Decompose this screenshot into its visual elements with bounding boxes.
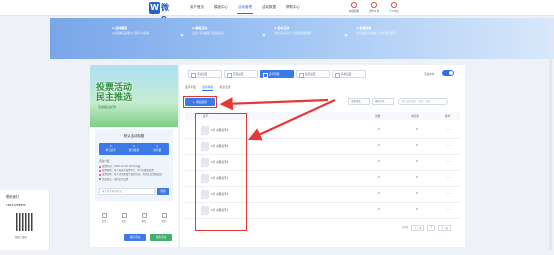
page-scrollbar[interactable]	[549, 20, 552, 250]
cover-subtitle: 活动报名进行中	[98, 106, 117, 109]
preview-cover-image: 投票活动 民主推选 活动报名进行中	[90, 65, 178, 127]
subtab-player-list[interactable]: 选手列表	[185, 85, 196, 91]
user-icon	[391, 2, 397, 8]
activity-toggle-label: 活动启用	[424, 73, 435, 76]
user-icon	[161, 213, 167, 218]
rule-label: 活动介绍	[99, 160, 110, 163]
stat-players: 0 参与选手	[105, 145, 116, 152]
step-1: 1.选择模板 从海量精美模板中 选择心仪模板	[112, 26, 150, 35]
more-icon[interactable]: ···	[447, 191, 451, 196]
subtab-player-review[interactable]: 选手审核	[202, 85, 214, 91]
preview-bottom-nav: 首页 排名 报名 我的	[94, 213, 174, 223]
next-page-button[interactable]: 下一页	[438, 225, 452, 231]
steps-banner: 1.选择模板 从海量精美模板中 选择心仪模板 » 2.编辑活动 自定义活动规则 …	[50, 18, 554, 59]
contact-phone: 18037288899	[6, 203, 26, 207]
pagination: 共6条 上一页 1 下一页	[402, 225, 452, 231]
chevron-right-icon: »	[344, 32, 348, 39]
preview-nav-mine[interactable]: 我的	[154, 213, 174, 223]
page-1-button[interactable]: 1	[427, 225, 436, 231]
cover-title: 投票活动 民主推选	[96, 83, 133, 103]
status-select[interactable]: 全部状态	[348, 98, 370, 105]
top-navbar: W 微8 用户首页 模板中心 活动管理 活动数据 帮助中心 在线客服 合作平台 …	[0, 0, 554, 24]
chevron-right-icon: »	[262, 32, 266, 39]
publish-activity-button[interactable]: 发布活动	[150, 234, 172, 241]
preview-info-card: 默认活动标题 0 参与选手 0 累计投票 0 访问量 活动介绍 投票时间：2020-1…	[95, 129, 173, 201]
step-3: 3.发布活动 发布活动后分享 到朋友圈或群聊	[274, 26, 312, 35]
more-icon[interactable]: ···	[447, 143, 451, 148]
site-logo[interactable]: W 微8	[149, 2, 173, 24]
nav-item-templates[interactable]: 模板中心	[214, 5, 228, 10]
more-icon[interactable]: ···	[447, 159, 451, 164]
qr-caption: 客服二维码	[15, 236, 27, 239]
handshake-icon	[371, 2, 377, 8]
nav-item-help[interactable]: 帮助中心	[286, 5, 300, 10]
user-center-button[interactable]: 个人中心	[384, 2, 404, 13]
add-player-button[interactable]: + 添加选手	[185, 98, 215, 106]
partner-button[interactable]: 合作平台	[364, 2, 384, 13]
headset-icon	[351, 2, 357, 8]
nav-item-activity-data[interactable]: 活动数据	[262, 5, 276, 10]
more-icon[interactable]: ···	[447, 207, 451, 212]
subtab-vote-records[interactable]: 投票记录	[219, 85, 230, 91]
mobile-preview: 投票活动 民主推选 活动报名进行中 默认活动标题 0 参与选手 0 累计投票 0 访问量…	[90, 65, 178, 247]
rule-lines: 投票时间：2020-10-02 10:00开始 投票规则：每人每天可投票3次，不…	[99, 165, 169, 182]
activity-toggle[interactable]	[442, 70, 454, 76]
rank-icon	[121, 213, 127, 218]
tab-other-settings[interactable]: 其他设置	[332, 70, 366, 78]
preview-nav-rank[interactable]: 排名	[114, 213, 134, 223]
customer-service-button[interactable]: 在线客服	[344, 2, 364, 13]
save-activity-button[interactable]: 保存活动	[124, 234, 146, 241]
tab-player-manage[interactable]: 选手管理	[260, 70, 294, 78]
contact-title: 联系我们	[6, 195, 19, 199]
qr-code-image	[16, 213, 34, 231]
signup-icon	[141, 213, 147, 218]
sort-select[interactable]: 排序方式	[372, 98, 394, 105]
preview-nav-signup[interactable]: 报名	[134, 213, 154, 223]
preview-stats: 0 参与选手 0 累计投票 0 访问量	[99, 143, 169, 155]
highlight-box-player-list	[195, 113, 247, 231]
contact-panel: 联系我们 18037288899 客服二维码	[0, 190, 50, 250]
more-icon[interactable]: ···	[447, 127, 451, 132]
preview-search-button[interactable]: 搜索	[157, 188, 169, 195]
step-2: 2.编辑活动 自定义活动规则 和奖品信息	[192, 26, 224, 35]
preview-nav-home[interactable]: 首页	[94, 213, 114, 223]
home-icon	[101, 213, 107, 218]
tab-vote-settings[interactable]: 投票设置	[296, 70, 330, 78]
logo-mark: W	[149, 2, 160, 14]
tab-activity-settings[interactable]: 活动设置	[188, 70, 222, 78]
tab-page-settings[interactable]: 页面设置	[224, 70, 258, 78]
nav-item-activity-manage[interactable]: 活动管理	[237, 5, 253, 14]
stat-votes: 0 累计投票	[128, 145, 140, 152]
filter-label: 筛选：	[226, 100, 235, 104]
nav-item-home[interactable]: 用户首页	[190, 5, 204, 10]
step-4: 4.查看数据 实时查看活动数据 与用户参与情况	[356, 26, 396, 35]
preview-search-input[interactable]: 输入选手编号/姓名	[99, 188, 155, 195]
prev-page-button[interactable]: 上一页	[411, 225, 425, 231]
player-search-input[interactable]: 输入选手编号、姓名、标签	[398, 98, 448, 105]
chevron-right-icon: »	[180, 32, 184, 39]
more-icon[interactable]: ···	[447, 175, 451, 180]
preview-card-title: 默认活动标题	[123, 134, 145, 138]
stat-visits: 0 访问量	[153, 145, 162, 152]
sub-tabs: 选手列表 选手审核 投票记录	[185, 85, 231, 91]
